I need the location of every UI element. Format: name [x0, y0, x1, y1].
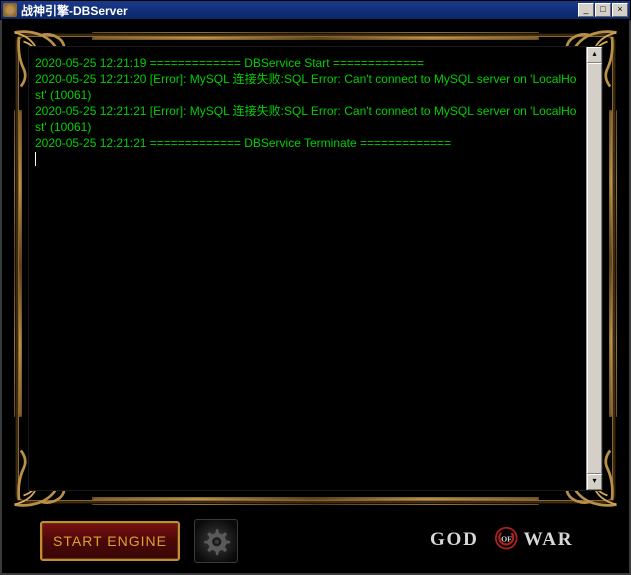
- text-cursor: [35, 152, 36, 166]
- log-line: 2020-05-25 12:21:21 ============= DBServ…: [35, 135, 580, 151]
- vertical-scrollbar[interactable]: ▴ ▾: [586, 47, 602, 490]
- log-console: 2020-05-25 12:21:19 ============= DBServ…: [28, 46, 603, 491]
- log-text[interactable]: 2020-05-25 12:21:19 ============= DBServ…: [29, 47, 586, 490]
- scroll-up-button[interactable]: ▴: [587, 47, 602, 63]
- start-engine-button[interactable]: START ENGINE: [40, 521, 180, 561]
- logo-text-right: WAR: [523, 529, 573, 550]
- scroll-track[interactable]: [587, 63, 602, 474]
- window-body: 2020-05-25 12:21:19 ============= DBServ…: [0, 20, 631, 575]
- scroll-thumb[interactable]: [587, 63, 602, 474]
- logo-text-of: OF: [501, 534, 512, 543]
- close-button[interactable]: ×: [612, 3, 628, 17]
- title-bar: 战神引擎-DBServer _ □ ×: [0, 0, 631, 20]
- app-icon: [3, 3, 17, 17]
- minimize-button[interactable]: _: [578, 3, 594, 17]
- settings-button[interactable]: [194, 519, 238, 563]
- bottom-bar: START ENGINE GOD OF WAR: [12, 517, 619, 565]
- log-line: 2020-05-25 12:21:21 [Error]: MySQL 连接失败:…: [35, 103, 580, 135]
- title-bar-left: 战神引擎-DBServer: [3, 2, 128, 19]
- scroll-down-button[interactable]: ▾: [587, 474, 602, 490]
- gear-icon: [201, 526, 231, 556]
- god-of-war-logo: GOD OF WAR: [252, 526, 619, 557]
- log-line: 2020-05-25 12:21:19 ============= DBServ…: [35, 55, 580, 71]
- window-title: 战神引擎-DBServer: [21, 2, 128, 19]
- log-line: 2020-05-25 12:21:20 [Error]: MySQL 连接失败:…: [35, 71, 580, 103]
- maximize-button[interactable]: □: [595, 3, 611, 17]
- window-control-buttons: _ □ ×: [578, 3, 628, 17]
- logo-text-left: GOD: [430, 529, 479, 550]
